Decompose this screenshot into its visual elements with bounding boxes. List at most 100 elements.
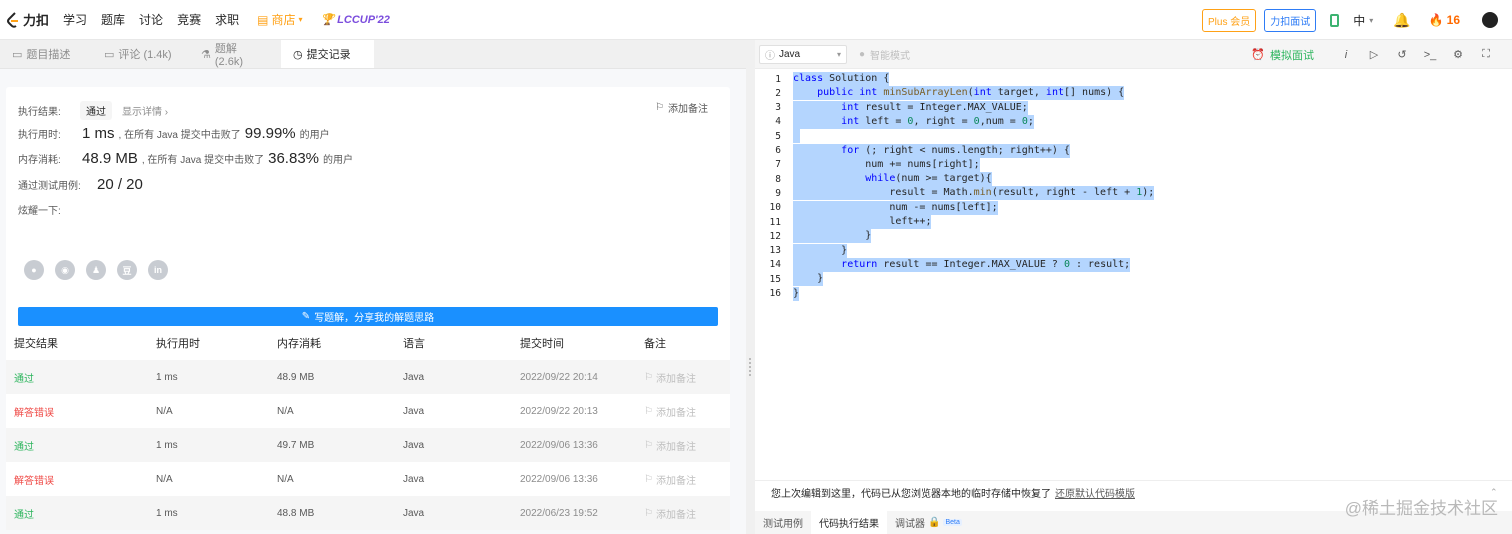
- comment-icon: ▭: [104, 48, 115, 61]
- qq-icon[interactable]: ♟: [86, 260, 106, 280]
- mock-interview-toggle[interactable]: ⏰ 模拟面试: [1251, 47, 1314, 63]
- row-add-note-button[interactable]: ⚐ 添加备注: [644, 472, 730, 487]
- line-number: 12: [769, 230, 781, 242]
- row-status[interactable]: 通过: [6, 370, 156, 385]
- gear-icon[interactable]: ⚙: [1444, 48, 1472, 61]
- phone-icon[interactable]: [1330, 13, 1340, 27]
- drag-handle-icon[interactable]: [749, 358, 751, 376]
- code-text: return result == Integer.MAX_VALUE ? 0 :…: [793, 257, 1131, 272]
- fire-icon: 🔥: [1428, 13, 1444, 27]
- runtime-row: 执行用时: 1 ms , 在所有 Java 提交中击败了 99.99% 的用户: [18, 125, 330, 142]
- row-add-note-button[interactable]: ⚐ 添加备注: [644, 370, 730, 385]
- code-line: 12 }: [755, 229, 1512, 244]
- row-add-note-button[interactable]: ⚐ 添加备注: [644, 404, 730, 419]
- nav-lccup[interactable]: 🏆 LCCUP'22: [320, 13, 390, 27]
- code-line: 10 num -= nums[left];: [755, 200, 1512, 215]
- row-add-note-button[interactable]: ⚐ 添加备注: [644, 438, 730, 453]
- tab-run-result[interactable]: 代码执行结果: [811, 511, 887, 534]
- code-text: public int minSubArrayLen(int target, in…: [793, 86, 1125, 101]
- tab-debugger[interactable]: 调试器 🔒 Beta: [887, 515, 970, 530]
- write-solution-button[interactable]: ✎ 写题解，分享我的解题思路: [18, 307, 718, 326]
- wechat-icon[interactable]: ●: [24, 260, 44, 280]
- bell-icon[interactable]: 🔔: [1393, 12, 1410, 29]
- row-memory: N/A: [277, 473, 294, 485]
- table-row[interactable]: 解答错误 N/A N/A Java 2022/09/22 20:13 ⚐ 添加备注: [6, 394, 730, 428]
- tab-comments[interactable]: ▭ 评论 (1.4k): [92, 40, 189, 68]
- line-number: 1: [775, 73, 781, 85]
- status-label: 执行结果:: [18, 107, 61, 118]
- code-text: for (; right < nums.length; right++) {: [793, 143, 1070, 158]
- memory-percentile: 36.83%: [268, 150, 319, 167]
- tab-solutions[interactable]: ⚗ 题解 (2.6k): [189, 40, 281, 68]
- flag-icon: ⚐: [644, 473, 653, 485]
- tab-test-cases[interactable]: 测试用例: [755, 515, 811, 530]
- logo-text: 力扣: [23, 13, 50, 28]
- line-number: 14: [769, 259, 781, 271]
- problem-tabs: ▭ 题目描述 ▭ 评论 (1.4k) ⚗ 题解 (2.6k) ◷ 提交记录: [0, 40, 746, 69]
- row-language: Java: [403, 439, 425, 451]
- line-number: 8: [775, 173, 781, 185]
- plus-member-button[interactable]: Plus 会员: [1201, 8, 1257, 32]
- row-status[interactable]: 通过: [6, 438, 156, 453]
- table-row[interactable]: 通过 1 ms 49.7 MB Java 2022/09/06 13:36 ⚐ 添加备注: [6, 428, 730, 462]
- streak-counter[interactable]: 🔥 16: [1429, 13, 1460, 27]
- language-label: 中: [1353, 13, 1366, 28]
- row-memory: 48.9 MB: [277, 371, 315, 383]
- table-row[interactable]: 通过 1 ms 48.8 MB Java 2022/06/23 19:52 ⚐ 添加备注: [6, 496, 730, 530]
- restore-default-link[interactable]: 还原默认代码模版: [1055, 485, 1135, 500]
- code-text: [793, 129, 800, 144]
- terminal-icon[interactable]: >_: [1416, 49, 1444, 61]
- logo[interactable]: 力扣: [6, 10, 49, 29]
- row-language: Java: [403, 473, 425, 485]
- line-number: 3: [775, 102, 781, 114]
- add-note-label: 添加备注: [668, 104, 708, 115]
- nav-learn[interactable]: 学习: [63, 11, 87, 28]
- memory-value: 48.9 MB: [82, 150, 138, 167]
- linkedin-icon[interactable]: in: [148, 260, 168, 280]
- row-status[interactable]: 解答错误: [6, 404, 156, 419]
- share-row: 炫耀一下:: [18, 202, 61, 217]
- tab-description[interactable]: ▭ 题目描述: [0, 40, 92, 68]
- nav-jobs[interactable]: 求职: [215, 11, 239, 28]
- nav-contest[interactable]: 竞赛: [177, 11, 201, 28]
- row-add-note-button[interactable]: ⚐ 添加备注: [644, 506, 730, 521]
- flag-icon: ⚐: [644, 507, 653, 519]
- row-note-label: 添加备注: [655, 475, 696, 487]
- fullscreen-icon[interactable]: ⛶: [1472, 48, 1500, 61]
- reset-icon[interactable]: ↺: [1388, 48, 1416, 61]
- show-details-link[interactable]: 显示详情 ›: [122, 103, 168, 118]
- nav-shop[interactable]: ▤ 商店 ▾: [257, 11, 302, 28]
- leetcode-logo-icon: [7, 11, 18, 28]
- tab-submissions[interactable]: ◷ 提交记录: [281, 40, 374, 68]
- code-line: 9 result = Math.min(result, right - left…: [755, 186, 1512, 201]
- nav-problems[interactable]: 题库: [101, 11, 125, 28]
- language-switch[interactable]: 中 ▾: [1353, 12, 1373, 29]
- document-icon: ▭: [12, 48, 23, 61]
- smart-mode-toggle[interactable]: ● 智能模式: [859, 47, 910, 62]
- runtime-value: 1 ms: [82, 125, 115, 142]
- add-note-button[interactable]: ⚐ 添加备注: [655, 100, 708, 115]
- row-status[interactable]: 通过: [6, 506, 156, 521]
- memory-label: 内存消耗:: [18, 155, 61, 166]
- result-card: 执行结果: 通过 显示详情 › ⚐ 添加备注 执行用时: 1 ms , 在所有 …: [6, 87, 730, 353]
- code-area[interactable]: 1 class Solution {2 public int minSubArra…: [755, 69, 1512, 474]
- info-italic-icon[interactable]: i: [1332, 49, 1360, 61]
- table-row[interactable]: 通过 1 ms 48.9 MB Java 2022/09/22 20:14 ⚐ 添加备注: [6, 360, 730, 394]
- mock-interview-button[interactable]: 力扣面试: [1264, 8, 1317, 32]
- panel-splitter[interactable]: [746, 40, 755, 534]
- avatar[interactable]: [1482, 12, 1498, 28]
- write-solution-label: 写题解，分享我的解题思路: [314, 313, 435, 324]
- play-icon[interactable]: ▷: [1360, 48, 1388, 61]
- language-select[interactable]: ⓘ Java ▾: [759, 44, 847, 64]
- table-row[interactable]: 解答错误 N/A N/A Java 2022/09/06 13:36 ⚐ 添加备注: [6, 462, 730, 496]
- dot-icon: ●: [859, 48, 866, 60]
- row-runtime: 1 ms: [156, 507, 178, 519]
- status-badge: 通过: [80, 101, 112, 120]
- douban-icon[interactable]: 豆: [117, 260, 137, 280]
- line-number: 7: [775, 159, 781, 171]
- nav-discuss[interactable]: 讨论: [139, 11, 163, 28]
- row-status[interactable]: 解答错误: [6, 472, 156, 487]
- weibo-icon[interactable]: ◉: [55, 260, 75, 280]
- code-line: 1 class Solution {: [755, 72, 1512, 86]
- nav-lccup-label: LCCUP'22: [337, 13, 390, 26]
